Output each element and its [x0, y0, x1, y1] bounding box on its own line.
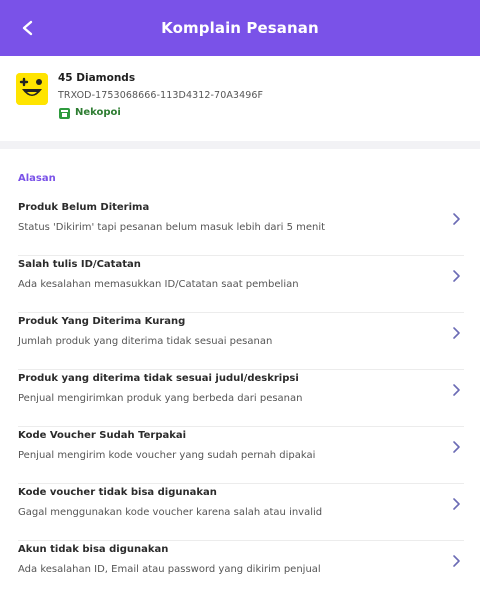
chevron-left-icon	[22, 20, 33, 36]
chevron-right-icon	[453, 270, 460, 282]
chevron-right-icon	[453, 498, 460, 510]
reason-description: Gagal menggunakan kode voucher karena sa…	[18, 507, 323, 518]
reasons-section: Alasan Produk Belum Diterima Status 'Diki…	[0, 149, 480, 600]
page-title: Komplain Pesanan	[161, 19, 319, 37]
reason-item[interactable]: Kode voucher tidak bisa digunakan Gagal m…	[18, 484, 464, 541]
order-summary: 45 Diamonds TRXOD-1753068666-113D4312-70…	[0, 56, 480, 141]
reason-title: Kode voucher tidak bisa digunakan	[18, 487, 217, 498]
reason-item[interactable]: Produk Belum Diterima Status 'Dikirim' ta…	[18, 199, 464, 256]
reason-item[interactable]: Salah tulis ID/Catatan Ada kesalahan mema…	[18, 256, 464, 313]
chevron-right-icon	[453, 555, 460, 567]
store-icon	[59, 107, 70, 119]
chevron-right-icon	[453, 327, 460, 339]
back-button[interactable]	[14, 14, 42, 42]
reason-item[interactable]: Akun tidak bisa digunakan Ada kesalahan I…	[18, 541, 464, 598]
reason-list: Produk Belum Diterima Status 'Dikirim' ta…	[0, 199, 480, 598]
reason-title: Akun tidak bisa digunakan	[18, 544, 169, 555]
product-name: 45 Diamonds	[58, 72, 136, 84]
seller-name: Nekopoi	[75, 107, 121, 118]
chevron-right-icon	[453, 384, 460, 396]
seller[interactable]: Nekopoi	[58, 106, 263, 120]
reason-title: Produk Belum Diterima	[18, 202, 150, 213]
reason-item[interactable]: Kode Voucher Sudah Terpakai Penjual mengi…	[18, 427, 464, 484]
reason-description: Status 'Dikirim' tapi pesanan belum masu…	[18, 222, 326, 233]
app-header: Komplain Pesanan	[0, 0, 480, 56]
reason-item[interactable]: Produk Yang Diterima Kurang Jumlah produk…	[18, 313, 464, 370]
chevron-right-icon	[453, 213, 460, 225]
reason-title: Salah tulis ID/Catatan	[18, 259, 141, 270]
reason-description: Penjual mengirim kode voucher yang sudah…	[18, 450, 316, 461]
reason-description: Jumlah produk yang diterima tidak sesuai…	[18, 336, 273, 347]
reasons-label: Alasan	[18, 173, 56, 184]
reason-description: Ada kesalahan ID, Email atau password ya…	[18, 564, 321, 575]
reason-description: Ada kesalahan memasukkan ID/Catatan saat…	[18, 279, 299, 290]
section-divider	[0, 141, 480, 149]
reason-title: Produk yang diterima tidak sesuai judul/…	[18, 373, 299, 384]
reason-description: Penjual mengirimkan produk yang berbeda …	[18, 393, 303, 404]
reason-title: Kode Voucher Sudah Terpakai	[18, 430, 187, 441]
order-info: 45 Diamonds TRXOD-1753068666-113D4312-70…	[58, 70, 263, 141]
game-logo-icon	[16, 73, 48, 105]
reason-item[interactable]: Produk yang diterima tidak sesuai judul/…	[18, 370, 464, 427]
transaction-id: TRXOD-1753068666-113D4312-70A3496F	[58, 90, 264, 101]
chevron-right-icon	[453, 441, 460, 453]
reason-title: Produk Yang Diterima Kurang	[18, 316, 186, 327]
